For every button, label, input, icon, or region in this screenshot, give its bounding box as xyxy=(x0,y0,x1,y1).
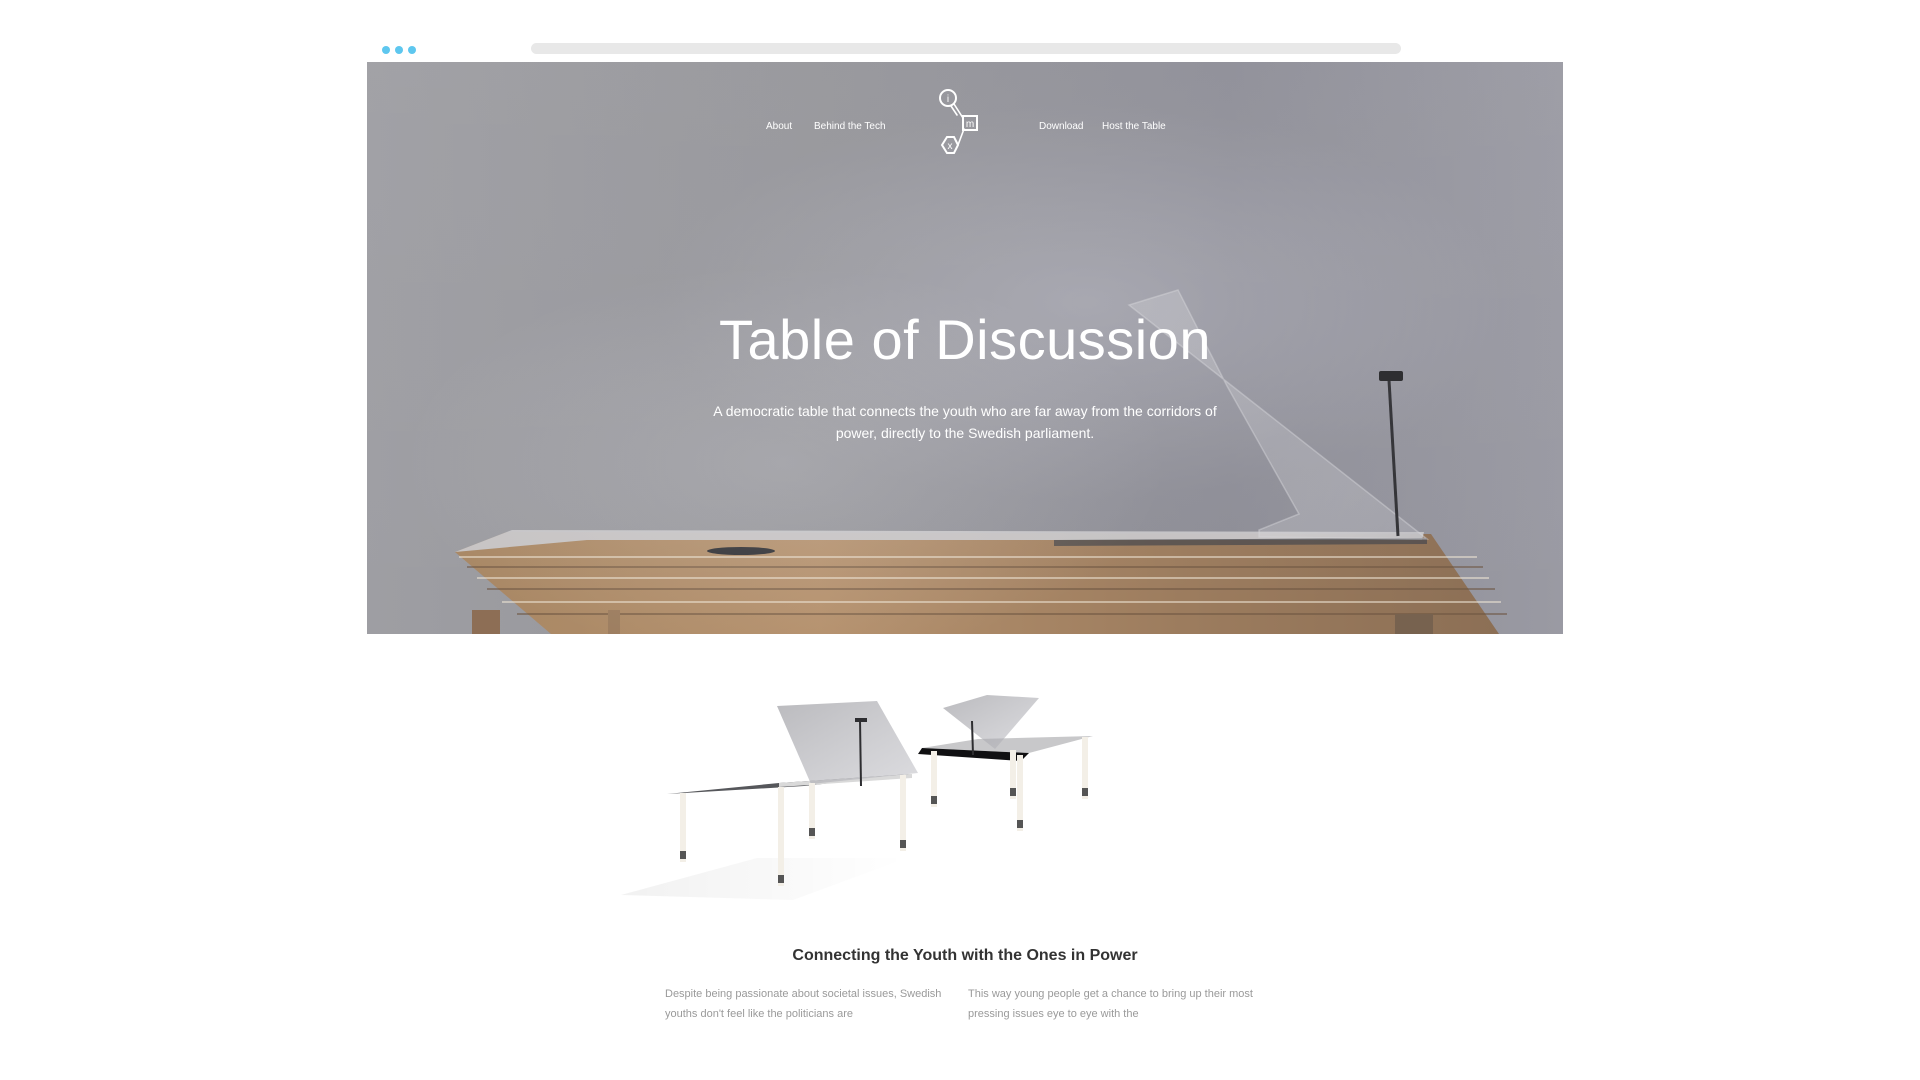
page-title: Table of Discussion xyxy=(719,307,1211,371)
nav-download-link[interactable]: Download xyxy=(1039,121,1083,132)
nav-about-link[interactable]: About xyxy=(766,121,792,132)
nav-host-table-link[interactable]: Host the Table xyxy=(1102,121,1166,132)
window-dot-icon xyxy=(408,46,416,54)
section-title: Connecting the Youth with the Ones in Po… xyxy=(792,947,1138,965)
intro-text-right: This way young people get a chance to br… xyxy=(968,988,1253,1020)
window-dot-icon xyxy=(395,46,403,54)
address-bar[interactable] xyxy=(531,43,1401,54)
logo-letter-m: m xyxy=(966,119,974,130)
hero-section: About Behind the Tech i m x Download Hos… xyxy=(367,62,1563,634)
logo-letter-i: i xyxy=(947,94,949,105)
left-table-glass xyxy=(777,701,918,784)
two-tables-product-image xyxy=(621,695,1093,900)
window-dot-icon xyxy=(382,46,390,54)
hero-subtitle: A democratic table that connects the you… xyxy=(713,403,1217,441)
logo-letter-x: x xyxy=(948,141,953,152)
main-navigation: About Behind the Tech i m x Download Hos… xyxy=(367,89,1563,172)
imx-logo-icon[interactable]: i m x xyxy=(929,84,987,160)
browser-window: About Behind the Tech i m x Download Hos… xyxy=(367,36,1563,1080)
intro-text-left: Despite being passionate about societal … xyxy=(665,988,942,1020)
browser-chrome xyxy=(367,36,1563,62)
content-section: Connecting the Youth with the Ones in Po… xyxy=(367,634,1563,1080)
window-controls xyxy=(382,46,416,54)
nav-behind-tech-link[interactable]: Behind the Tech xyxy=(814,121,886,132)
